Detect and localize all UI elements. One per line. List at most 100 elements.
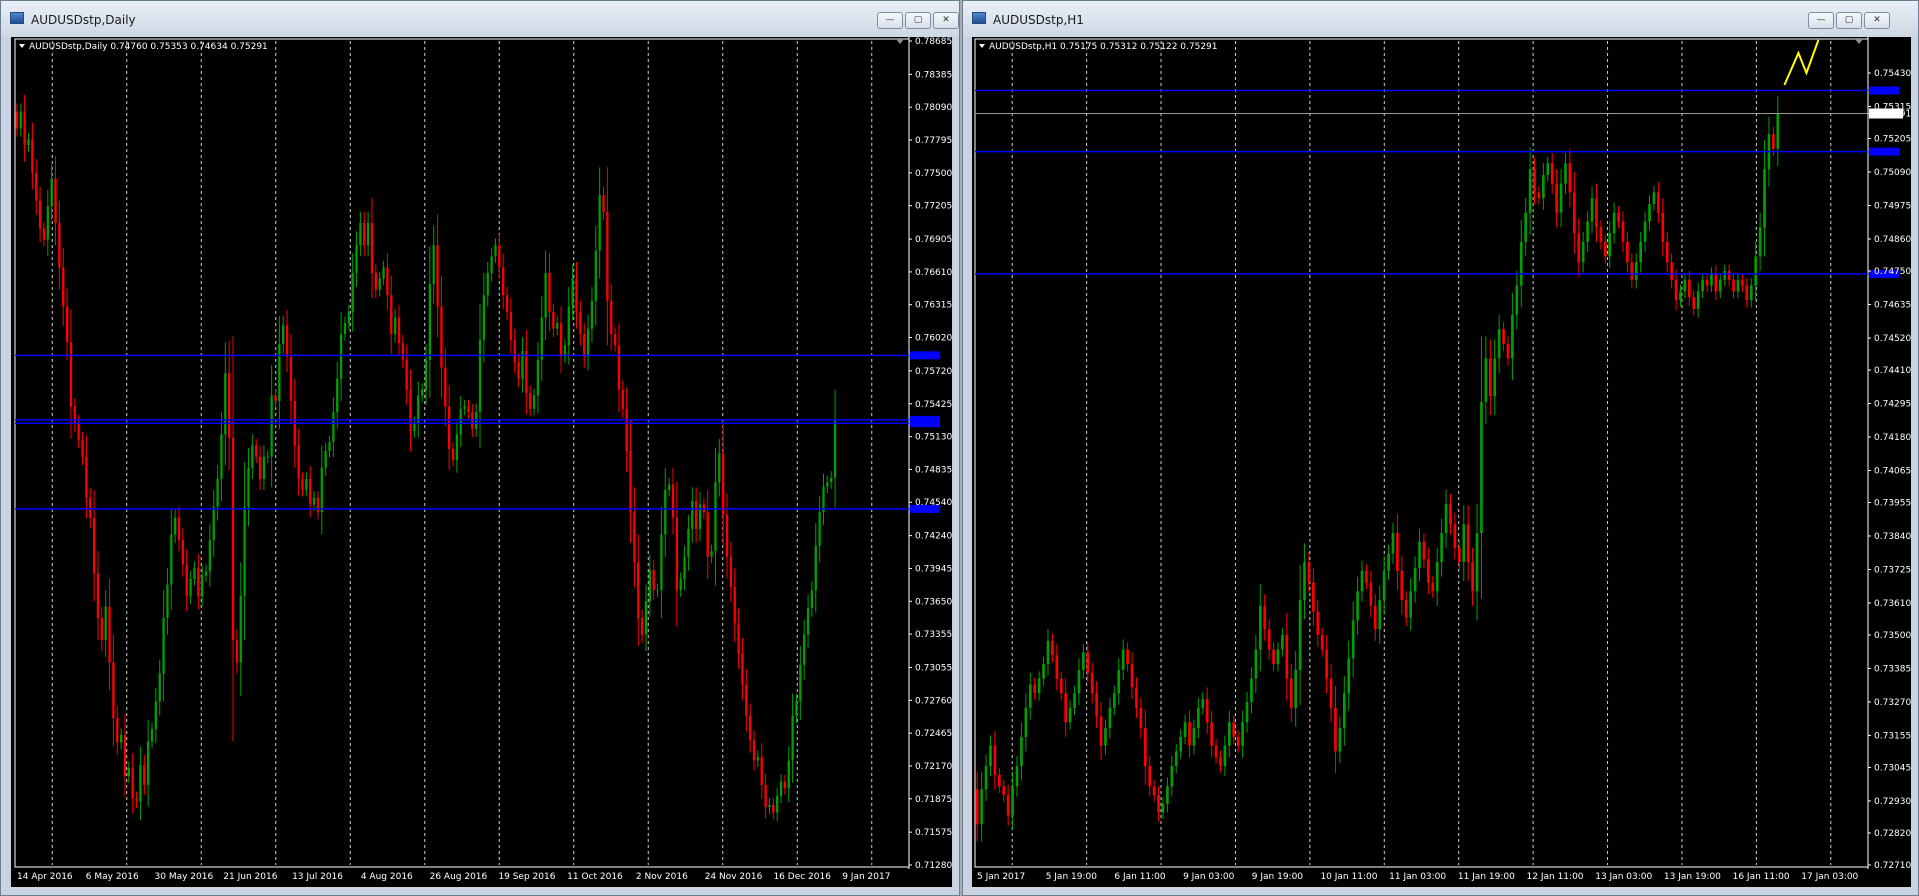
- candle-body: [494, 245, 497, 257]
- title-bar[interactable]: AUDUSDstp,Daily — ▢ ✕: [1, 1, 959, 37]
- candle-body: [378, 278, 381, 290]
- candle-body: [1343, 693, 1346, 729]
- restore-button[interactable]: ▢: [905, 12, 931, 29]
- candle-body: [1059, 678, 1063, 694]
- candle-body: [436, 245, 439, 307]
- candle-body: [1776, 113, 1780, 149]
- candle-body: [1387, 553, 1390, 571]
- candle-body: [390, 295, 393, 335]
- y-tick-label: 0.74240: [915, 532, 952, 542]
- candle-body: [1161, 803, 1165, 813]
- candle-body: [1741, 279, 1744, 286]
- y-tick-label: 0.78685: [915, 37, 952, 47]
- candle-body: [1347, 658, 1351, 694]
- candle-body: [478, 339, 482, 413]
- candle-body: [606, 211, 609, 301]
- candle-body: [1427, 559, 1430, 583]
- candle-body: [1113, 693, 1116, 708]
- y-tick-label: 0.77795: [915, 136, 952, 146]
- candle-body: [810, 590, 814, 608]
- candle-body: [208, 540, 212, 572]
- level-price-tag: [910, 351, 940, 360]
- candle-body: [1440, 533, 1443, 563]
- shift-marker-icon[interactable]: [1855, 39, 1863, 44]
- candle-body: [1475, 533, 1479, 592]
- y-tick-label: 0.75205: [1874, 135, 1911, 145]
- y-tick-label: 0.73055: [915, 663, 952, 673]
- dropdown-arrow-icon[interactable]: [19, 44, 25, 48]
- candle-body: [613, 334, 617, 346]
- candle-body: [50, 178, 53, 207]
- h1-chart-area[interactable]: 0.75430 0.75315 0.75291 0.75205 0.75090 0.749…: [972, 37, 1911, 887]
- candle-body: [162, 617, 165, 674]
- y-tick-label: 0.74835: [915, 465, 952, 475]
- trend-annotation-zigzag[interactable]: [1783, 39, 1820, 86]
- daily-chart-window[interactable]: AUDUSDstp,Daily — ▢ ✕ 0.78685 0.78385 0.78…: [0, 0, 960, 896]
- candle-body: [1298, 600, 1302, 670]
- y-tick-label: 0.74860: [1874, 235, 1911, 245]
- candle-body: [1188, 722, 1191, 746]
- candle-body: [397, 317, 401, 344]
- minimize-button[interactable]: —: [1808, 12, 1834, 29]
- candle-body: [27, 139, 30, 146]
- candle-body: [1157, 795, 1160, 813]
- candle-body: [339, 334, 343, 379]
- minimize-button[interactable]: —: [877, 12, 903, 29]
- candle-body: [1621, 221, 1625, 242]
- candle-body: [351, 273, 354, 312]
- candle-body: [552, 311, 555, 329]
- candle-body: [633, 512, 636, 563]
- candle-body: [1573, 192, 1576, 234]
- candle-body: [54, 178, 57, 223]
- candle-body: [1674, 279, 1678, 301]
- h1-candlestick-chart[interactable]: 0.754300.753150.752910.752050.750900.749…: [972, 37, 1911, 887]
- close-button[interactable]: ✕: [933, 12, 959, 29]
- candle-body: [1117, 669, 1121, 694]
- title-bar[interactable]: AUDUSDstp,H1 — ▢ ✕: [963, 1, 1918, 37]
- candle-body: [1028, 684, 1032, 708]
- candle-body: [405, 359, 408, 390]
- candle-body: [586, 328, 590, 357]
- candle-body: [81, 439, 84, 457]
- candle-body: [1351, 620, 1355, 659]
- candle-body: [833, 418, 837, 478]
- daily-chart-area[interactable]: 0.78685 0.78385 0.78090 0.77795 0.77500 0.772…: [11, 37, 952, 887]
- candle-body: [23, 111, 26, 146]
- candle-body: [65, 306, 69, 343]
- candle-body: [1258, 605, 1262, 650]
- level-price-tag: [1869, 147, 1899, 156]
- candle-body: [598, 195, 601, 251]
- candle-body: [1727, 271, 1731, 280]
- candle-body: [1024, 707, 1028, 737]
- shift-marker-icon[interactable]: [896, 39, 904, 44]
- close-button[interactable]: ✕: [1864, 12, 1890, 29]
- y-tick-label: 0.74295: [1874, 400, 1911, 410]
- candle-body: [386, 267, 389, 296]
- y-tick-label: 0.77205: [915, 202, 952, 212]
- candle-body: [212, 506, 215, 541]
- candle-body: [285, 325, 289, 357]
- candle-body: [1590, 198, 1594, 222]
- y-tick-label: 0.74065: [1874, 466, 1911, 476]
- candle-body: [135, 798, 138, 802]
- restore-button[interactable]: ▢: [1836, 12, 1862, 29]
- candle-body: [1086, 652, 1090, 673]
- x-tick-label: 16 Dec 2016: [773, 872, 831, 882]
- dropdown-arrow-icon[interactable]: [979, 44, 985, 48]
- candle-body: [224, 373, 227, 435]
- candle-body: [463, 406, 466, 409]
- daily-candlestick-chart[interactable]: 0.78685 0.78385 0.78090 0.77795 0.77500 0.772…: [11, 37, 952, 887]
- candle-body: [266, 456, 269, 458]
- y-tick-label: 0.74180: [1874, 433, 1911, 443]
- candle-body: [993, 745, 997, 775]
- candle-body: [1480, 402, 1483, 534]
- candle-body: [1749, 285, 1753, 301]
- h1-chart-window[interactable]: AUDUSDstp,H1 — ▢ ✕ 0.75430 0.75315 0.75291…: [962, 0, 1919, 896]
- candle-body: [830, 477, 833, 483]
- candle-body: [413, 423, 416, 432]
- candle-body: [509, 311, 513, 340]
- candle-body: [393, 317, 397, 335]
- candle-body: [1011, 786, 1014, 816]
- candle-body: [1705, 279, 1709, 286]
- candle-body: [69, 342, 73, 407]
